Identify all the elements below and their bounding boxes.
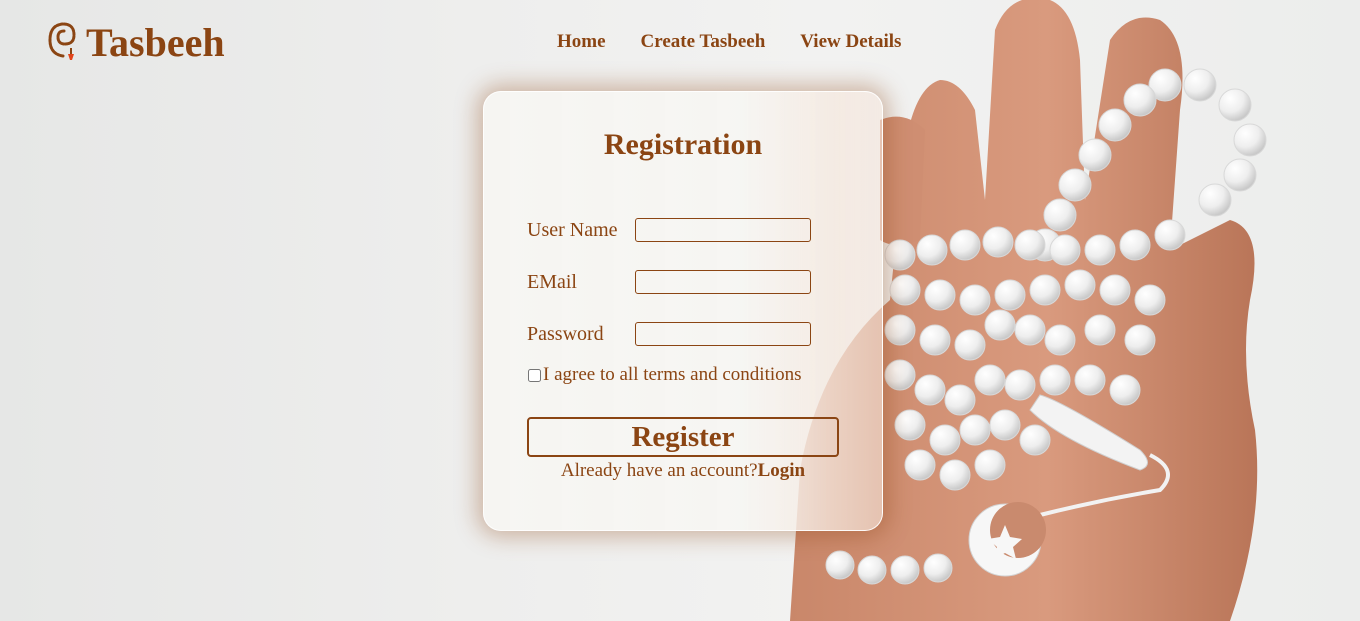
password-label: Password bbox=[527, 322, 604, 345]
username-input[interactable] bbox=[635, 218, 811, 242]
password-input[interactable] bbox=[635, 322, 811, 346]
terms-checkbox[interactable] bbox=[528, 368, 541, 382]
site-header: Tasbeeh Home Create Tasbeeh View Details bbox=[0, 0, 1360, 86]
username-row: User Name bbox=[527, 218, 811, 242]
email-label: EMail bbox=[527, 270, 577, 293]
form-title: Registration bbox=[603, 128, 763, 161]
brand-name: Tasbeeh bbox=[86, 19, 225, 65]
login-link[interactable]: Login bbox=[758, 460, 806, 481]
register-button[interactable]: Register bbox=[527, 417, 839, 457]
registration-card: Registration User Name EMail Password I … bbox=[483, 91, 883, 531]
login-prompt-row: Already have an account?Login bbox=[484, 460, 882, 482]
nav-create-tasbeeh[interactable]: Create Tasbeeh bbox=[641, 31, 766, 53]
prayer-beads-icon bbox=[46, 20, 80, 65]
login-prompt-text: Already have an account? bbox=[560, 460, 758, 481]
username-label: User Name bbox=[527, 218, 618, 241]
nav-home[interactable]: Home bbox=[557, 31, 606, 53]
nav-view-details[interactable]: View Details bbox=[800, 31, 901, 53]
main-nav: Home Create Tasbeeh View Details bbox=[557, 31, 936, 53]
password-row: Password bbox=[527, 322, 811, 346]
email-row: EMail bbox=[527, 270, 811, 294]
brand-logo[interactable]: Tasbeeh bbox=[46, 20, 225, 65]
email-input[interactable] bbox=[635, 270, 811, 294]
terms-row: I agree to all terms and conditions bbox=[527, 364, 802, 386]
terms-label: I agree to all terms and conditions bbox=[543, 364, 802, 385]
